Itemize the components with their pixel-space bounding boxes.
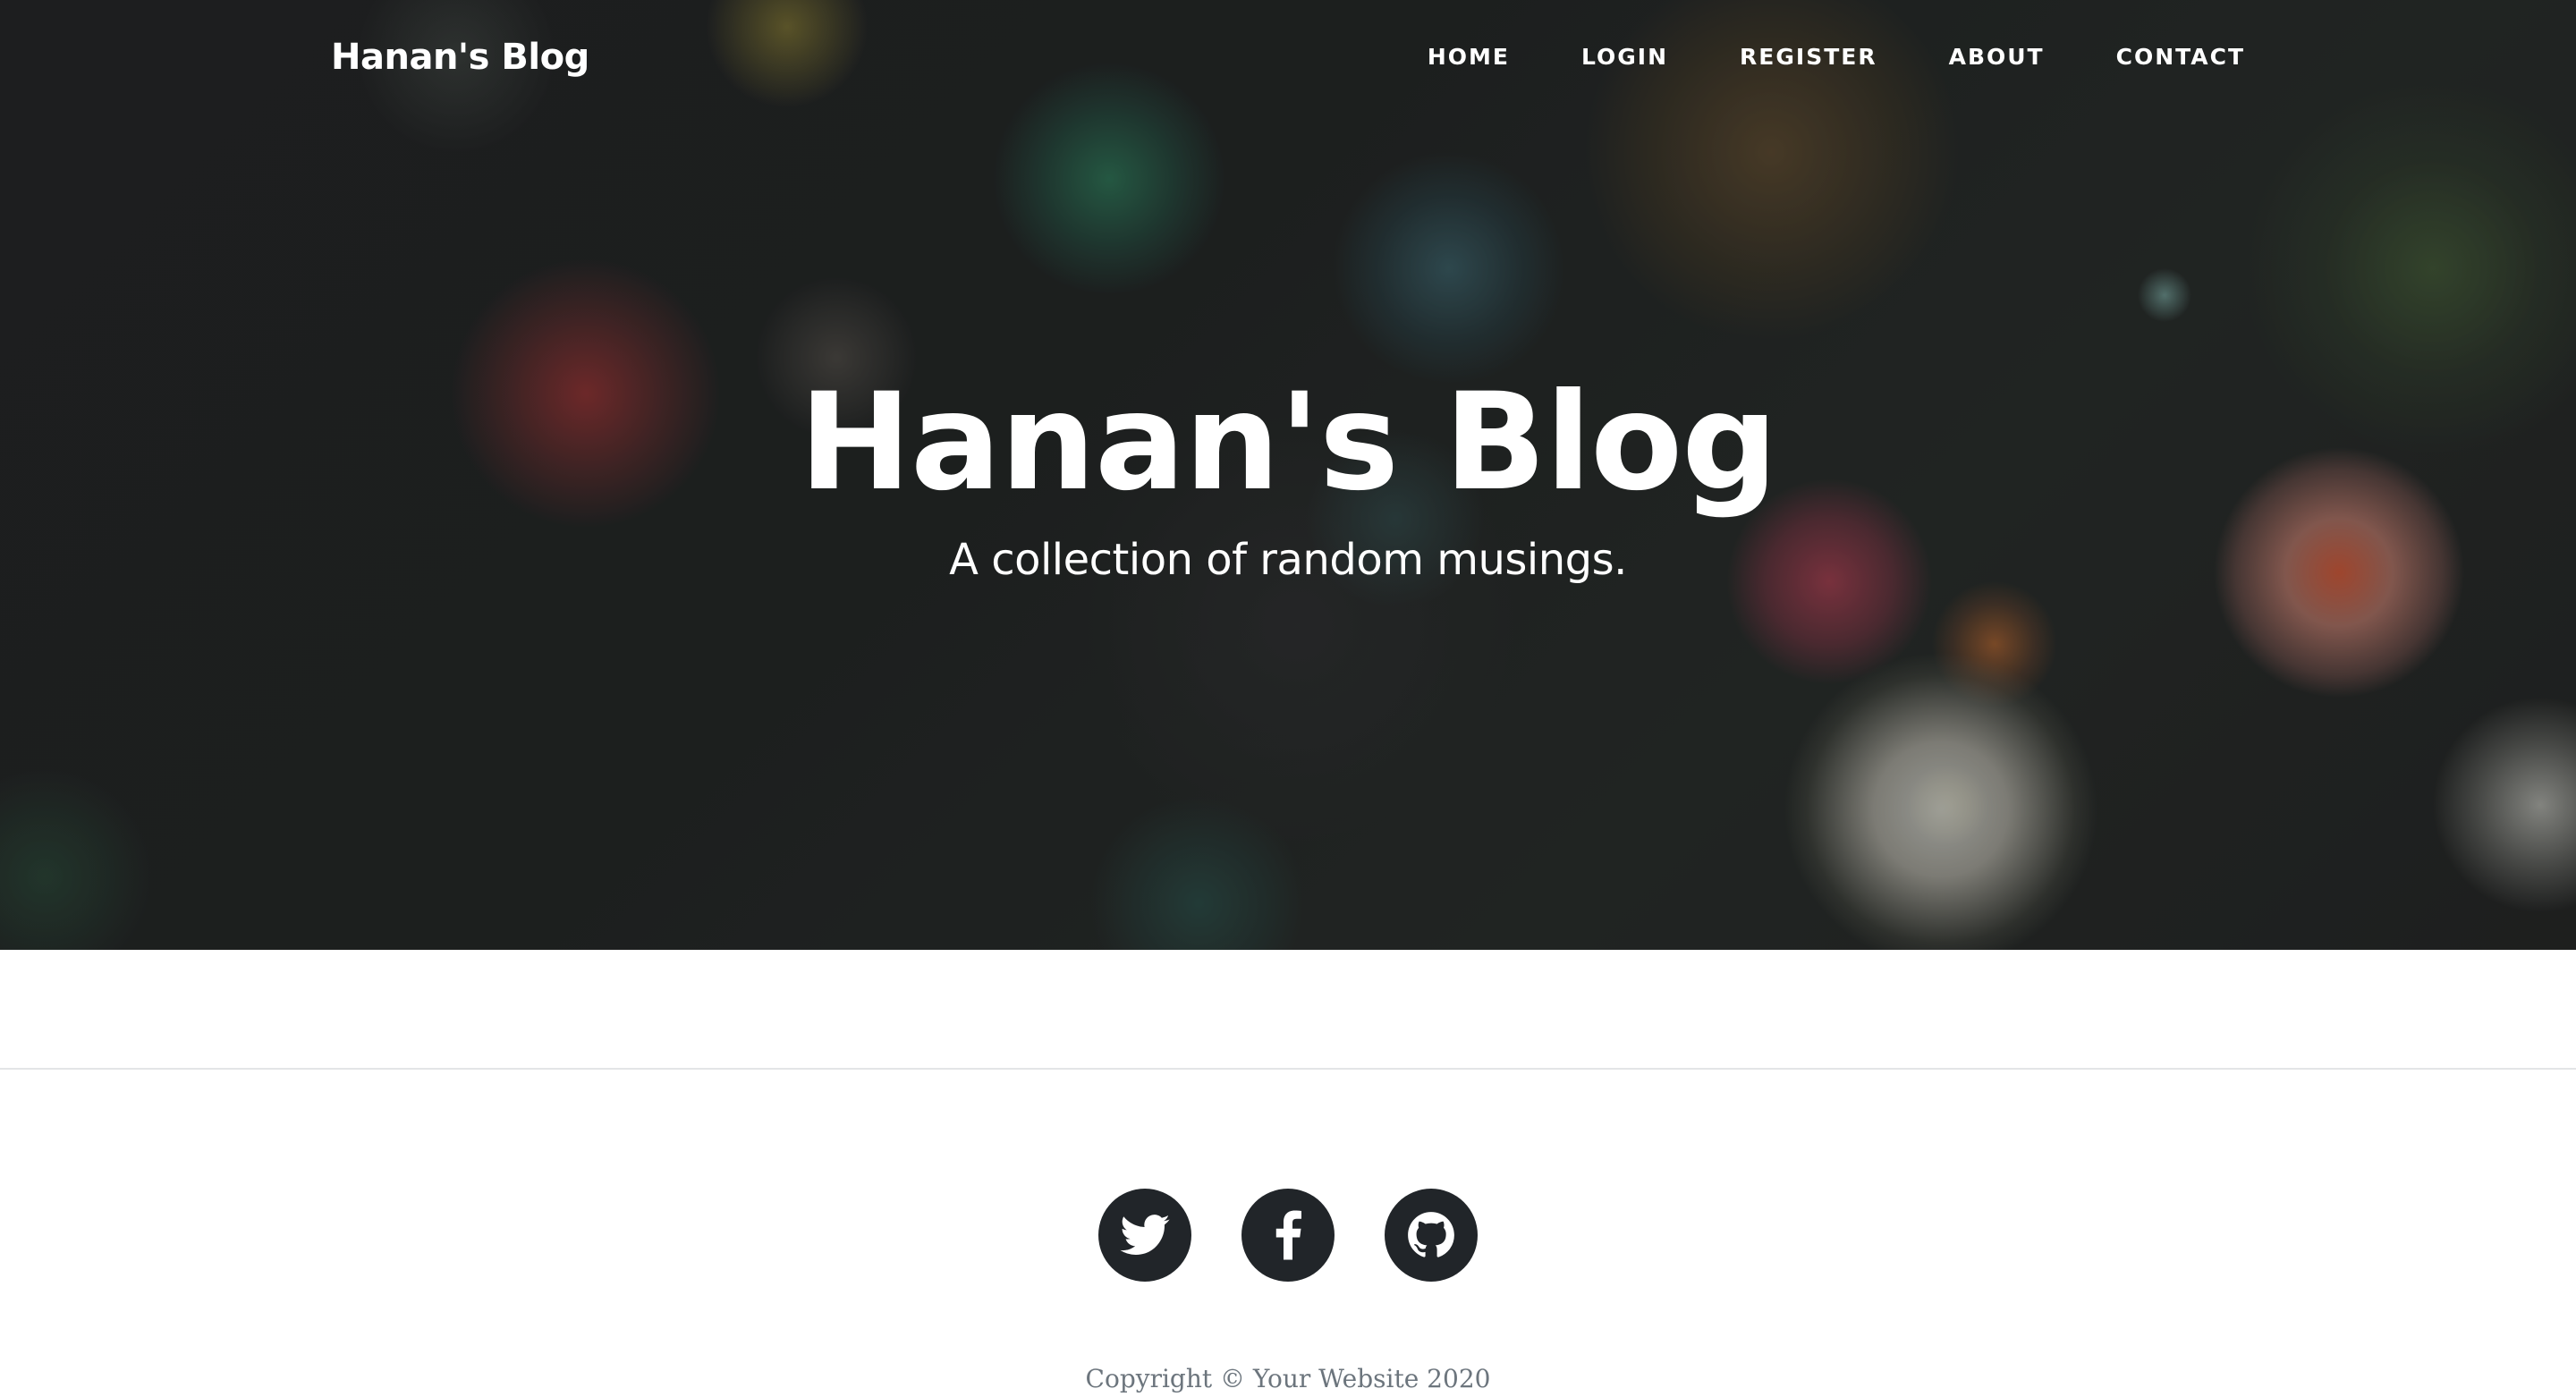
footer: Copyright © Your Website 2020 xyxy=(0,1070,2576,1397)
nav-link-login[interactable]: LOGIN xyxy=(1546,39,1704,75)
masthead: Hanan's Blog HOME LOGIN REGISTER ABOUT C… xyxy=(0,0,2576,950)
site-heading: Hanan's Blog A collection of random musi… xyxy=(0,358,2576,587)
nav-link-contact[interactable]: CONTACT xyxy=(2080,39,2245,75)
twitter-icon xyxy=(1120,1215,1170,1256)
nav-brand[interactable]: Hanan's Blog xyxy=(331,32,589,82)
twitter-button[interactable] xyxy=(1098,1189,1191,1282)
facebook-button[interactable] xyxy=(1241,1189,1335,1282)
github-icon xyxy=(1407,1211,1455,1259)
nav-link-about[interactable]: ABOUT xyxy=(1913,39,2080,75)
hero-subtitle: A collection of random musings. xyxy=(949,535,1627,585)
facebook-icon xyxy=(1275,1210,1301,1260)
hero-title: Hanan's Blog xyxy=(799,365,1777,521)
nav-link-register[interactable]: REGISTER xyxy=(1704,39,1913,75)
social-links xyxy=(0,1189,2576,1282)
main-nav: Hanan's Blog HOME LOGIN REGISTER ABOUT C… xyxy=(0,0,2576,114)
nav-link-home[interactable]: HOME xyxy=(1392,39,1546,75)
copyright-text: Copyright © Your Website 2020 xyxy=(1085,1364,1491,1393)
github-button[interactable] xyxy=(1385,1189,1478,1282)
nav-links: HOME LOGIN REGISTER ABOUT CONTACT xyxy=(1392,39,2245,75)
